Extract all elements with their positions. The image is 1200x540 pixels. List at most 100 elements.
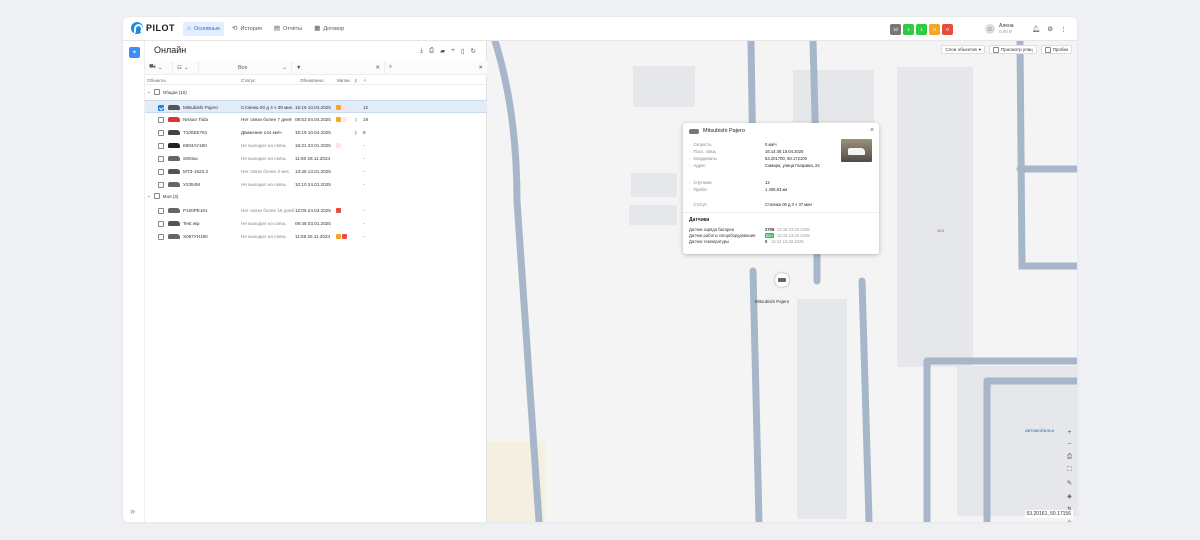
popup-key: Статус: [689, 202, 707, 207]
bell-icon[interactable]: 🔔︎: [1032, 25, 1040, 33]
row-checkbox[interactable]: [158, 143, 164, 149]
row-checkbox[interactable]: [158, 130, 164, 136]
chevron-down-icon: ⌄: [282, 64, 287, 71]
traffic-checkbox[interactable]: [1044, 46, 1051, 53]
status-badge-offline[interactable]: 0: [942, 24, 953, 35]
table-row[interactable]: Р100РЕ161 Нет связи более 18 дней 12:05 …: [145, 204, 487, 217]
zoom-out-icon[interactable]: −: [1068, 441, 1072, 448]
map-layer-controls: Слои объектов ▾ Просмотр улиц Пробки: [941, 45, 1072, 54]
table-row[interactable]: Х067УН190 Не выходил на связь 11:56 25.1…: [145, 230, 487, 243]
download-icon[interactable]: ⤓: [420, 47, 423, 55]
tab-contract[interactable]: ▦ Договор: [310, 22, 348, 36]
close-icon[interactable]: ×: [870, 127, 874, 134]
tree-icon: ☷: [177, 64, 182, 71]
ruler-icon[interactable]: ✎: [1067, 479, 1072, 487]
vehicle-status: Не выходил на связь: [241, 234, 286, 239]
select-area-icon[interactable]: ⛶: [1067, 466, 1072, 474]
satellite-icon[interactable]: ✧: [1067, 518, 1072, 522]
status-badge-total[interactable]: 10: [890, 24, 901, 35]
street-view-checkbox[interactable]: [993, 46, 1000, 53]
row-checkbox[interactable]: [158, 117, 164, 123]
status-badge-warning[interactable]: 0: [929, 24, 940, 35]
group-row[interactable]: ⌄ Общая (10): [147, 89, 187, 95]
vehicle-updated: 10:10 24.01.2025: [295, 182, 331, 187]
logo[interactable]: PILOT: [131, 22, 175, 34]
row-checkbox[interactable]: [158, 234, 164, 240]
satellite-count: -: [363, 221, 365, 226]
satellite-count: -: [363, 234, 365, 239]
group-filter[interactable]: ☷ ⌄: [173, 60, 199, 75]
clear-icon[interactable]: ✕: [375, 65, 380, 71]
popup-row: Статус Стоянка 00 д 4 ч 37 мин: [689, 202, 839, 208]
more-vertical-icon[interactable]: ⋮: [1060, 25, 1067, 33]
tab-label: Отчёты: [283, 26, 303, 32]
col-tags[interactable]: Метки: [337, 78, 350, 83]
street-view-toggle[interactable]: Просмотр улиц: [989, 45, 1037, 54]
status-badge-online[interactable]: 1: [916, 24, 927, 35]
key-icon: ⚷: [354, 78, 358, 83]
zoom-in-icon[interactable]: +: [1068, 429, 1072, 436]
print-icon[interactable]: ⎙: [429, 47, 434, 55]
row-checkbox[interactable]: [158, 208, 164, 214]
gear-icon[interactable]: ⚙: [1047, 25, 1053, 33]
folder-icon[interactable]: ▰: [440, 47, 445, 55]
group-checkbox[interactable]: [153, 193, 160, 199]
table-row[interactable]: Mitsubishi Pajero Стоянка 00 д 4 ч 39 ми…: [145, 100, 487, 113]
table-row[interactable]: х804ка Не выходил на связь 11:50 28.11.2…: [145, 152, 487, 165]
search-input[interactable]: ⌕ ✕: [385, 61, 487, 75]
status-select-value: Все: [237, 64, 248, 71]
clear-icon[interactable]: ✕: [478, 65, 483, 71]
layers-dropdown[interactable]: Слои объектов ▾: [941, 45, 986, 54]
table-row[interactable]: У2354М Не выходил на связь 10:10 24.01.2…: [145, 178, 487, 191]
vehicle-status: Не выходил на связь: [241, 143, 286, 148]
document-icon[interactable]: ▯: [461, 47, 465, 55]
tag-filter-input[interactable]: ▼ ✕: [292, 60, 385, 75]
col-objects[interactable]: Объекты: [147, 78, 166, 83]
col-updated[interactable]: Обновлено: [300, 78, 323, 83]
tractor-icon: [168, 169, 180, 174]
popup-value[interactable]: 53.201700, 50.172100: [765, 156, 807, 161]
group-checkbox[interactable]: [153, 89, 160, 95]
avatar: ☺: [985, 24, 995, 34]
group-row[interactable]: ⌄ Моя (3): [147, 193, 178, 199]
traffic-toggle[interactable]: Пробки: [1040, 45, 1072, 54]
cursor-coordinates: 53.20161, 50.17156: [1024, 510, 1073, 518]
tab-history[interactable]: ⟲ История: [228, 22, 266, 36]
table-row[interactable]: Nissan Tiida Нет связи более 7 дней 08:5…: [145, 113, 487, 126]
popup-value: 16:14:48 10.04.2025: [765, 149, 804, 154]
car-icon: ⛟: [149, 64, 156, 70]
row-checkbox[interactable]: [158, 182, 164, 188]
table-row[interactable]: МТЗ-1523.3 Нет связи более 3 мес. 13:48 …: [145, 165, 487, 178]
top-icons: 🔔︎ ⚙ ⋮: [1032, 25, 1067, 33]
map-view[interactable]: 4/13 Слои объектов ▾ Просмотр улиц Пробки…: [487, 41, 1077, 522]
status-select[interactable]: Все ⌄: [199, 60, 292, 75]
popup-row: Скорость 0 км/ч: [689, 142, 839, 148]
contract-icon: ▦: [314, 24, 321, 32]
popup-key: Скорость: [689, 142, 712, 147]
col-status[interactable]: Статус: [241, 78, 255, 83]
tab-reports[interactable]: ▤ Отчёты: [270, 22, 306, 36]
row-checkbox[interactable]: [158, 156, 164, 162]
refresh-icon[interactable]: ↻: [471, 47, 476, 55]
sensor-time: 12:14 10.02.2025: [771, 239, 804, 244]
vehicle-photo[interactable]: [841, 139, 872, 162]
row-checkbox[interactable]: [158, 221, 164, 227]
expand-sidebar-icon[interactable]: »: [130, 506, 135, 516]
layers-icon[interactable]: ◈: [1067, 492, 1072, 500]
print-icon[interactable]: ⎙: [1067, 453, 1072, 461]
add-icon[interactable]: +: [451, 47, 455, 55]
vehicle-marker[interactable]: [775, 273, 789, 287]
table-row[interactable]: К804АУ190 Не выходил на связь 16:21 23.0…: [145, 139, 487, 152]
row-checkbox[interactable]: [158, 105, 164, 111]
satellite-count: 9: [363, 130, 366, 135]
vehicle-type-filter[interactable]: ⛟ ⌄: [145, 60, 173, 75]
table-row[interactable]: T100ЕЕ761 Движение 144 км/ч 16:19 10.04.…: [145, 126, 487, 139]
online-panel: Онлайн ⤓ ⎙ ▰ + ▯ ↻ ⛟ ⌄ ☷ ⌄ Все ⌄ ▼ ✕ ⌕ ✕ Объе…: [145, 41, 487, 522]
map-pin-icon[interactable]: ⌖: [129, 47, 140, 58]
row-checkbox[interactable]: [158, 169, 164, 175]
tag-chip: [336, 117, 341, 122]
tab-main[interactable]: ⌂ Основные: [183, 22, 225, 36]
status-badge-moving[interactable]: 1: [903, 24, 914, 35]
user-menu[interactable]: ☺ Алена 0.00 ₽: [985, 23, 1014, 35]
table-row[interactable]: Test wip Не выходил на связь 09:48 03.01…: [145, 217, 487, 230]
